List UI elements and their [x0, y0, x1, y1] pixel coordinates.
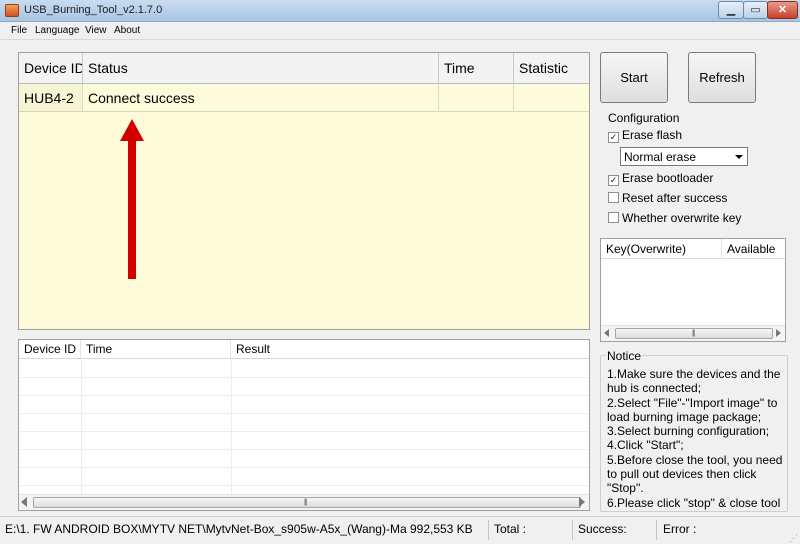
overwrite-key-label: Whether overwrite key — [622, 211, 742, 225]
overwrite-key-option[interactable]: Whether overwrite key — [608, 211, 741, 225]
statistic-cell — [514, 84, 589, 111]
image-path-status: E:\1. FW ANDROID BOX\MYTV NET\MytvNet-Bo… — [5, 522, 473, 536]
scroll-right-icon[interactable] — [776, 329, 781, 337]
menu-file[interactable]: File — [11, 25, 27, 36]
overwrite-key-checkbox[interactable] — [608, 212, 619, 223]
device-row[interactable]: HUB4-2 Connect success — [19, 84, 589, 112]
scroll-right-icon[interactable] — [579, 497, 585, 507]
column-header-status[interactable]: Status — [83, 53, 439, 83]
refresh-button[interactable]: Refresh — [688, 52, 756, 103]
column-header-statistic[interactable]: Statistic — [514, 53, 589, 83]
notice-text: 1.Make sure the devices and the hub is c… — [607, 367, 785, 510]
grid-line — [19, 485, 589, 486]
notice-title: Notice — [606, 349, 643, 363]
status-separator — [656, 520, 657, 540]
chevron-down-icon[interactable] — [735, 155, 743, 159]
grid-line — [19, 467, 589, 468]
result-table: Device ID Time Result ||| — [18, 339, 590, 511]
maximize-button[interactable]: ▭ — [743, 1, 768, 19]
notice-line: load burning image package; — [607, 409, 762, 424]
menu-about[interactable]: About — [114, 25, 140, 36]
erase-mode-select[interactable]: Normal erase — [620, 147, 748, 166]
configuration-title: Configuration — [607, 111, 681, 125]
grid-line — [19, 431, 589, 432]
status-separator — [572, 520, 573, 540]
column-header-result[interactable]: Result — [231, 340, 589, 358]
column-header-result-device-id[interactable]: Device ID — [19, 340, 81, 358]
column-header-device-id[interactable]: Device ID — [19, 53, 83, 83]
notice-line: 3.Select burning configuration; — [607, 424, 770, 439]
app-icon — [5, 4, 19, 17]
window-title: USB_Burning_Tool_v2.1.7.0 — [24, 4, 163, 16]
notice-line: 5.Before close the tool, you need — [607, 452, 783, 467]
reset-after-success-label: Reset after success — [622, 191, 728, 205]
result-table-header: Device ID Time Result — [19, 340, 589, 359]
grid-line — [231, 359, 232, 494]
resize-grip-icon[interactable]: ⋰ — [789, 534, 798, 543]
column-header-time[interactable]: Time — [439, 53, 514, 83]
status-separator — [488, 520, 489, 540]
success-status: Success: — [578, 522, 627, 536]
minimize-button[interactable]: ▁ — [718, 1, 744, 19]
reset-after-success-checkbox[interactable] — [608, 192, 619, 203]
notice-line: 2.Select "File"-"Import image" to — [607, 395, 778, 410]
status-cell: Connect success — [83, 84, 439, 111]
menu-language[interactable]: Language — [35, 25, 80, 36]
total-status: Total : — [494, 522, 527, 536]
erase-bootloader-label: Erase bootloader — [622, 171, 714, 185]
reset-after-success-option[interactable]: Reset after success — [608, 191, 727, 205]
grid-line — [19, 449, 589, 450]
scroll-left-icon[interactable] — [604, 329, 609, 337]
configuration-group: Configuration ✓ Erase flash ✓ Erase bootlo… — [600, 110, 787, 230]
erase-bootloader-checkbox[interactable]: ✓ — [608, 175, 619, 186]
scrollbar-thumb[interactable]: ||| — [615, 328, 773, 339]
erase-flash-checkbox[interactable]: ✓ — [608, 132, 619, 143]
column-separator — [721, 239, 722, 259]
title-bar: USB_Burning_Tool_v2.1.7.0 ▁ ▭ ✕ — [0, 0, 800, 22]
error-status: Error : — [663, 522, 697, 536]
device-table-header: Device ID Status Time Statistic — [19, 53, 589, 84]
scroll-left-icon[interactable] — [21, 497, 27, 507]
time-cell — [439, 84, 514, 111]
device-id-cell: HUB4-2 — [19, 84, 83, 111]
erase-flash-label: Erase flash — [622, 128, 683, 142]
device-table: Device ID Status Time Statistic HUB4-2 C… — [18, 52, 590, 330]
notice-line: hub is connected; — [607, 381, 702, 396]
grid-line — [19, 377, 589, 378]
erase-bootloader-option[interactable]: ✓ Erase bootloader — [608, 171, 713, 186]
key-horizontal-scrollbar[interactable]: ||| — [601, 325, 785, 341]
notice-group: Notice 1.Make sure the devices and the h… — [600, 349, 790, 515]
notice-line: 1.Make sure the devices and the — [607, 367, 781, 381]
notice-line: 6.Please click "stop" & close tool — [607, 495, 781, 510]
key-table: Key(Overwrite) Available ||| — [600, 238, 786, 342]
close-button[interactable]: ✕ — [767, 1, 798, 19]
grid-line — [19, 395, 589, 396]
grid-line — [19, 413, 589, 414]
red-arrow-annotation — [120, 119, 144, 279]
column-header-available[interactable]: Available — [727, 242, 775, 256]
erase-mode-value: Normal erase — [624, 150, 697, 164]
column-header-result-time[interactable]: Time — [81, 340, 231, 358]
key-table-header: Key(Overwrite) Available — [601, 239, 785, 259]
menu-view[interactable]: View — [85, 25, 107, 36]
notice-line: "Stop". — [607, 481, 644, 496]
status-bar: E:\1. FW ANDROID BOX\MYTV NET\MytvNet-Bo… — [0, 516, 800, 544]
start-button[interactable]: Start — [600, 52, 668, 103]
grid-line — [81, 359, 82, 494]
scrollbar-thumb[interactable]: ||| — [33, 497, 581, 508]
notice-line: 4.Click "Start"; — [607, 438, 684, 453]
erase-flash-option[interactable]: ✓ Erase flash — [608, 128, 682, 143]
notice-line: to pull out devices then click — [607, 467, 757, 482]
menu-bar: File Language View About — [0, 22, 800, 40]
column-header-key[interactable]: Key(Overwrite) — [606, 242, 686, 256]
horizontal-scrollbar[interactable]: ||| — [19, 494, 589, 510]
